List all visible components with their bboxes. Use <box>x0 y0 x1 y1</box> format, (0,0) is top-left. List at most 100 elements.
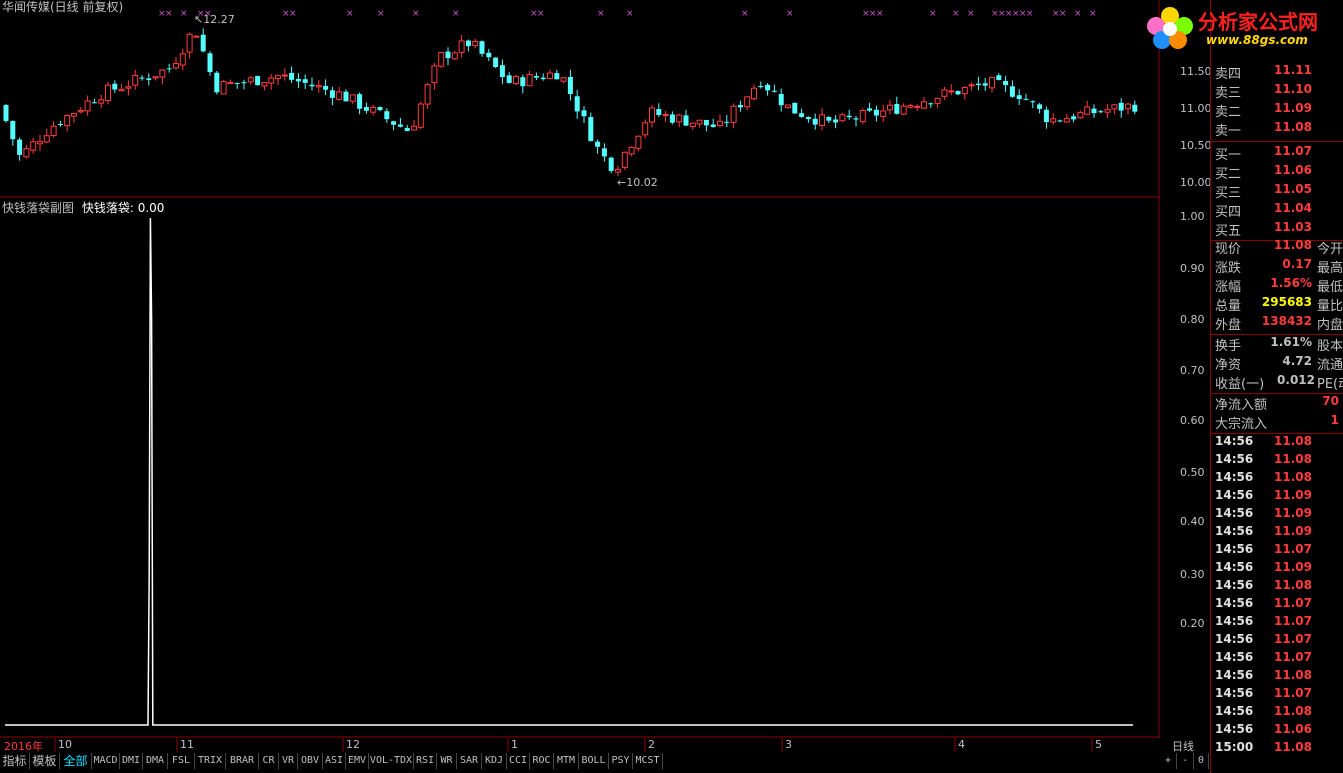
indicator-tab-vr[interactable]: VR <box>279 753 298 769</box>
candle-body <box>737 104 743 108</box>
candle-body <box>689 122 696 128</box>
reset-zoom-button[interactable]: 0 <box>1194 753 1209 769</box>
indicator-tab-cci[interactable]: CCI <box>507 753 530 769</box>
quote-panel: 卖四 11.11 卖三 11.10 卖二 11.09 卖一 11.08 买一 11.07 买二 11.… <box>1210 0 1343 773</box>
candle-body <box>132 74 139 86</box>
candle-body <box>499 65 505 77</box>
quote-label: 买五 <box>1215 224 1242 239</box>
indicator-y-tick: 0.50 <box>1180 466 1205 479</box>
candle-body <box>384 111 390 120</box>
candle-body <box>255 76 261 86</box>
indicator-tab-dmi[interactable]: DMI <box>120 753 143 769</box>
quote-value: 11.04 <box>1274 201 1312 215</box>
candle-body <box>1009 86 1015 97</box>
candle-body <box>989 76 995 89</box>
candle-body <box>479 41 485 54</box>
quote-value: 11.07 <box>1274 144 1312 158</box>
indicator-tab-dma[interactable]: DMA <box>143 753 168 769</box>
indicator-tab-cr[interactable]: CR <box>259 753 279 769</box>
indicator-name: 快钱落袋副图 <box>2 201 75 215</box>
candle-body <box>880 110 887 117</box>
signal-marker: × <box>289 9 297 19</box>
candle-body <box>281 74 288 77</box>
indicator-y-tick: 0.20 <box>1180 617 1205 630</box>
tick-price: 11.09 <box>1274 506 1312 520</box>
indicator-tab-kdj[interactable]: KDJ <box>482 753 507 769</box>
signal-marker: × <box>1026 9 1034 19</box>
stat-row: 外盘 138432 内盘 <box>1215 314 1343 333</box>
quote-label: 大宗流入 <box>1215 417 1268 432</box>
indicator-tab-boll[interactable]: BOLL <box>579 753 609 769</box>
indicator-tab-wr[interactable]: WR <box>437 753 457 769</box>
indicator-tab-psy[interactable]: PSY <box>609 753 633 769</box>
indicator-y-tick: 0.30 <box>1180 568 1205 581</box>
flower-logo-icon <box>1147 7 1193 49</box>
tick-row: 14:56 11.08 <box>1215 578 1343 596</box>
min-price-annotation: ←10.02 <box>617 176 658 189</box>
candle-body <box>91 102 97 104</box>
candle-body <box>975 83 981 85</box>
zoom-in-button[interactable]: + <box>1160 753 1177 769</box>
candle-body <box>404 127 410 131</box>
indicator-tab-asi[interactable]: ASI <box>323 753 346 769</box>
candle-body <box>765 84 771 91</box>
indicator-tab-brar[interactable]: BRAR <box>226 753 259 769</box>
bid-row: 买一 11.07 <box>1215 144 1343 163</box>
candle-body <box>1057 120 1063 122</box>
quote-extra-label: 最低 <box>1317 280 1343 295</box>
candlestick-chart[interactable]: × × × × × × × × × × × × × × × × × × × × × × × × × × × × × × × × × <box>0 0 1160 738</box>
candle-body <box>635 135 642 149</box>
signal-marker: × <box>786 9 794 19</box>
candle-body <box>867 108 873 111</box>
indicator-tab-macd[interactable]: MACD <box>92 753 120 769</box>
candle-body <box>853 118 859 120</box>
indicator-tab-sar[interactable]: SAR <box>457 753 482 769</box>
indicator-tab-roc[interactable]: ROC <box>530 753 554 769</box>
candle-body <box>717 120 723 127</box>
candle-body <box>1063 117 1070 123</box>
quote-label: 净流入额 <box>1215 398 1268 413</box>
flow-row: 大宗流入 1 <box>1215 413 1343 432</box>
indicator-tab-模板[interactable]: 模板 <box>30 753 60 769</box>
indicator-tab-obv[interactable]: OBV <box>298 753 323 769</box>
indicator-y-tick: 0.60 <box>1180 414 1205 427</box>
candle-body <box>642 122 649 136</box>
candle-body <box>785 104 791 108</box>
quote-value: 1 <box>1330 413 1339 427</box>
indicator-tab-mcst[interactable]: MCST <box>633 753 663 769</box>
candle-body <box>961 86 968 95</box>
stat-row: 总量 295683 量比 <box>1215 295 1343 314</box>
tick-time: 14:56 <box>1215 650 1254 664</box>
quote-extra-label: 内盘 <box>1317 318 1343 333</box>
tick-price: 11.09 <box>1274 488 1312 502</box>
candle-body <box>574 96 580 112</box>
candle-body <box>57 124 63 126</box>
indicator-title: 快钱落袋副图 快钱落袋: 0.00 <box>2 199 164 216</box>
quote-value: 4.72 <box>1282 354 1312 368</box>
quote-extra-label: 股本 <box>1317 339 1343 354</box>
indicator-tab-emv[interactable]: EMV <box>346 753 369 769</box>
indicator-y-tick: 0.90 <box>1180 262 1205 275</box>
candle-body <box>10 120 16 140</box>
indicator-tab-trix[interactable]: TRIX <box>195 753 226 769</box>
quote-value: 11.08 <box>1274 120 1312 134</box>
zoom-out-button[interactable]: - <box>1177 753 1194 769</box>
candle-body <box>812 118 818 125</box>
candle-body <box>1132 104 1138 112</box>
chart-area[interactable]: × × × × × × × × × × × × × × × × × × × × × × × × × × × × × × × × × 华闻传媒(日… <box>0 0 1212 738</box>
indicator-tab-指标[interactable]: 指标 <box>0 753 30 769</box>
candle-body <box>520 77 526 87</box>
indicator-tab-vol-tdx[interactable]: VOL-TDX <box>369 753 414 769</box>
indicator-tab-全部[interactable]: 全部 <box>60 753 92 769</box>
bid-row: 买二 11.06 <box>1215 163 1343 182</box>
tick-row: 14:56 11.07 <box>1215 686 1343 704</box>
signal-marker: × <box>412 9 420 19</box>
indicator-tab-rsi[interactable]: RSI <box>414 753 437 769</box>
indicator-tab-fsl[interactable]: FSL <box>168 753 195 769</box>
indicator-tab-mtm[interactable]: MTM <box>554 753 579 769</box>
quote-value: 11.06 <box>1274 163 1312 177</box>
stat-row: 涨跌 0.17 最高 <box>1215 257 1343 276</box>
quote-extra-label: 今开 <box>1317 242 1343 257</box>
candle-body <box>1071 116 1077 120</box>
candle-body <box>873 109 879 116</box>
